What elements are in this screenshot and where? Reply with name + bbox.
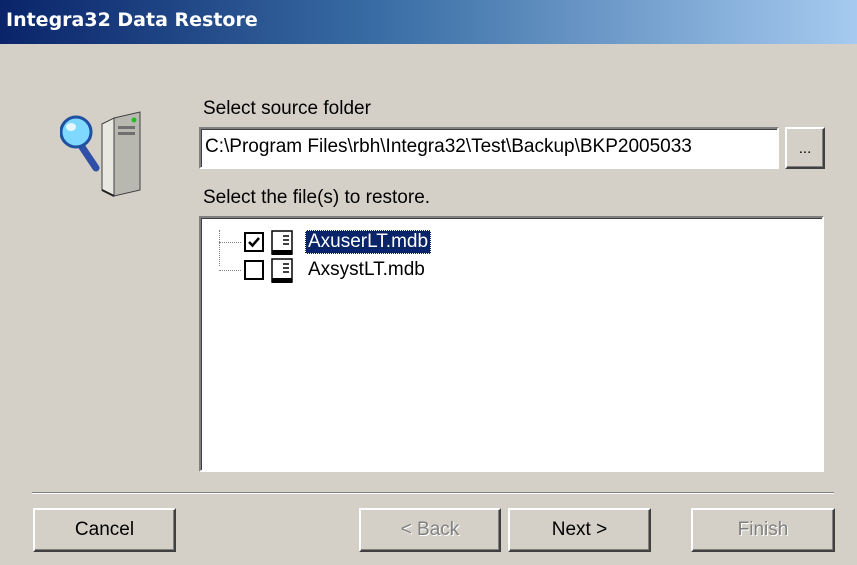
server-search-icon bbox=[59, 110, 170, 202]
source-folder-input[interactable]: C:\Program Files\rbh\Integra32\Test\Back… bbox=[199, 127, 779, 169]
file-name[interactable]: AxsystLT.mdb bbox=[305, 258, 428, 282]
tree-connector bbox=[219, 242, 241, 243]
checkmark-icon bbox=[248, 237, 260, 248]
tree-connector bbox=[219, 270, 241, 271]
tree-item-axsystlt[interactable]: AxsystLT.mdb bbox=[201, 258, 601, 284]
database-file-icon bbox=[270, 230, 296, 256]
tree-item-axuserlt[interactable]: AxuserLT.mdb bbox=[201, 230, 601, 256]
cancel-button[interactable]: Cancel bbox=[33, 508, 176, 552]
finish-button[interactable]: Finish bbox=[691, 508, 835, 552]
window-title: Integra32 Data Restore bbox=[6, 9, 258, 31]
checkbox-axuserlt[interactable] bbox=[244, 232, 264, 252]
title-bar: Integra32 Data Restore bbox=[0, 0, 857, 44]
source-folder-label: Select source folder bbox=[203, 98, 371, 119]
back-button[interactable]: < Back bbox=[359, 508, 501, 552]
database-file-icon bbox=[270, 258, 296, 284]
file-name[interactable]: AxuserLT.mdb bbox=[305, 230, 432, 254]
checkbox-axsystlt[interactable] bbox=[244, 260, 264, 280]
files-label: Select the file(s) to restore. bbox=[203, 187, 431, 208]
browse-button[interactable]: ... bbox=[785, 127, 825, 169]
separator bbox=[32, 492, 834, 494]
file-tree[interactable]: AxuserLT.mdb AxsystLT.mdb bbox=[199, 216, 824, 472]
next-button[interactable]: Next > bbox=[508, 508, 651, 552]
